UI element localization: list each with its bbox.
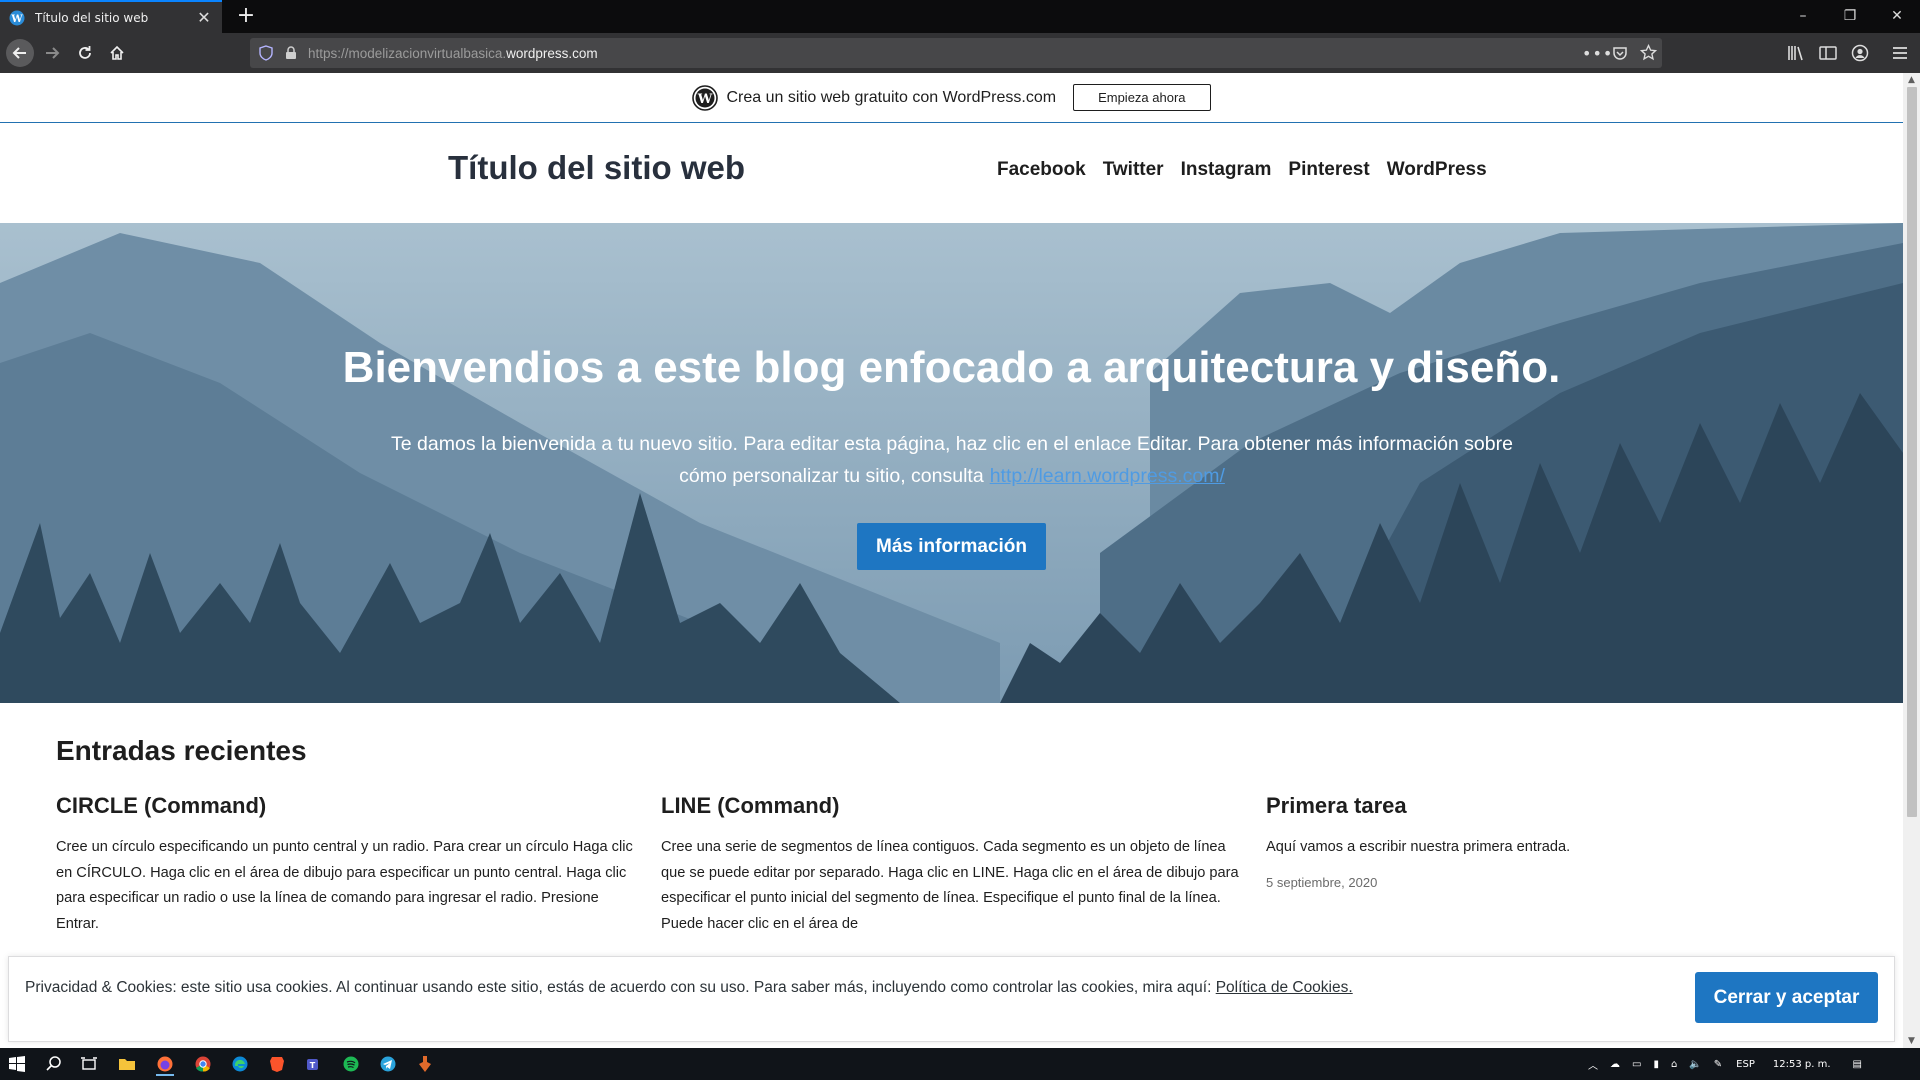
hero-cover: Bienvendios a este blog enfocado a arqui… — [0, 223, 1903, 703]
page-viewport: W Crea un sitio web gratuito con WordPre… — [0, 73, 1903, 1048]
cookie-banner: Privacidad & Cookies: este sitio usa coo… — [8, 956, 1895, 1042]
svg-text:W: W — [10, 14, 23, 25]
nav-link-pinterest[interactable]: Pinterest — [1288, 159, 1369, 181]
site-header: Título del sitio web Facebook Twitter In… — [0, 124, 1903, 224]
page-actions-icon[interactable]: ••• — [1582, 38, 1613, 68]
teams-icon[interactable]: T — [302, 1052, 326, 1076]
scroll-down-icon[interactable]: ▼ — [1906, 1036, 1917, 1046]
device-icon[interactable]: ▭ — [1632, 1059, 1641, 1070]
new-tab-button[interactable]: + — [232, 3, 260, 31]
home-icon — [110, 45, 124, 60]
svg-text:W: W — [697, 92, 713, 107]
system-tray: ︿ ☁ ▭ ▮ ⌂ 🔈 ✎ ESP 12:53 p. m. ▤ — [1588, 1048, 1862, 1080]
hero-title: Bienvendios a este blog enfocado a arqui… — [342, 343, 1561, 392]
browser-tab[interactable]: W Título del sitio web ✕ — [0, 0, 222, 33]
start-now-button[interactable]: Empieza ahora — [1073, 84, 1211, 111]
close-and-accept-button[interactable]: Cerrar y aceptar — [1695, 972, 1878, 1023]
browser-toolbar: https://modelizacionvirtualbasica.wordpr… — [0, 33, 1920, 73]
address-bar[interactable]: https://modelizacionvirtualbasica.wordpr… — [250, 38, 1662, 68]
promo-text: Crea un sitio web gratuito con WordPress… — [726, 88, 1057, 106]
window-close-button[interactable]: ✕ — [1874, 0, 1920, 33]
tracking-shield-icon[interactable] — [258, 45, 274, 61]
lock-icon[interactable] — [284, 46, 298, 60]
post-title[interactable]: CIRCLE (Command) — [56, 793, 636, 819]
post-item: CIRCLE (Command) Cree un círculo especif… — [56, 793, 636, 937]
restore-button[interactable]: ❐ — [1827, 0, 1873, 33]
cookie-text: Privacidad & Cookies: este sitio usa coo… — [25, 979, 1353, 996]
scrollbar-thumb[interactable] — [1907, 87, 1917, 817]
nav-link-wordpress[interactable]: WordPress — [1387, 159, 1487, 181]
wordpress-logo-icon: W — [692, 84, 719, 111]
tab-close-icon[interactable]: ✕ — [195, 8, 213, 27]
bookmark-star-icon[interactable] — [1640, 44, 1657, 61]
sidebar-icon[interactable] — [1818, 43, 1838, 63]
post-title[interactable]: LINE (Command) — [661, 793, 1241, 819]
chevron-up-icon[interactable]: ︿ — [1588, 1057, 1598, 1072]
tab-title: Título del sitio web — [35, 10, 149, 25]
notifications-icon[interactable]: ▤ — [1853, 1059, 1862, 1070]
browser-tab-strip: W Título del sitio web ✕ + – ❐ ✕ — [0, 0, 1920, 33]
brave-icon[interactable] — [265, 1052, 289, 1076]
minimize-button[interactable]: – — [1780, 0, 1826, 33]
firefox-icon[interactable] — [153, 1052, 177, 1076]
home-button[interactable] — [103, 39, 131, 67]
nav-link-instagram[interactable]: Instagram — [1181, 159, 1272, 181]
wordpress-favicon-icon: W — [9, 10, 25, 25]
svg-text:T: T — [310, 1061, 316, 1070]
pen-icon[interactable]: ✎ — [1714, 1059, 1722, 1070]
back-button[interactable] — [6, 39, 34, 67]
clock[interactable]: 12:53 p. m. — [1773, 1059, 1831, 1070]
post-title[interactable]: Primera tarea — [1266, 793, 1846, 819]
more-info-button[interactable]: Más información — [857, 523, 1046, 570]
active-app-indicator — [156, 1074, 174, 1076]
recent-posts-heading: Entradas recientes — [56, 735, 307, 766]
battery-icon[interactable]: ▮ — [1653, 1059, 1659, 1070]
windows-taskbar: T ︿ ☁ ▭ ▮ ⌂ 🔈 ✎ ESP 12:53 p. m. ▤ — [0, 1048, 1920, 1080]
social-nav: Facebook Twitter Instagram Pinterest Wor… — [997, 159, 1487, 181]
nav-link-twitter[interactable]: Twitter — [1103, 159, 1164, 181]
wordpress-promo-banner: W Crea un sitio web gratuito con WordPre… — [0, 73, 1903, 123]
cookie-policy-link[interactable]: Política de Cookies. — [1216, 979, 1353, 996]
file-explorer-icon[interactable] — [115, 1052, 139, 1076]
post-date[interactable]: 5 septiembre, 2020 — [1266, 875, 1846, 890]
volume-icon[interactable]: 🔈 — [1689, 1059, 1701, 1070]
back-arrow-icon — [12, 47, 26, 59]
post-excerpt: Cree una serie de segmentos de línea con… — [661, 839, 1239, 932]
pocket-icon[interactable] — [1612, 45, 1628, 61]
language-indicator[interactable]: ESP — [1736, 1059, 1755, 1070]
telegram-icon[interactable] — [376, 1052, 400, 1076]
post-excerpt: Cree un círculo especificando un punto c… — [56, 839, 633, 932]
library-icon[interactable] — [1786, 43, 1806, 63]
nav-link-facebook[interactable]: Facebook — [997, 159, 1086, 181]
post-item: LINE (Command) Cree una serie de segment… — [661, 793, 1241, 937]
account-icon[interactable] — [1850, 43, 1870, 63]
edge-icon[interactable] — [228, 1052, 252, 1076]
forward-button[interactable] — [38, 39, 66, 67]
onedrive-icon[interactable]: ☁ — [1610, 1059, 1620, 1070]
spotify-icon[interactable] — [339, 1052, 363, 1076]
post-item: Primera tarea Aquí vamos a escribir nues… — [1266, 793, 1846, 890]
hero-description: Te damos la bienvenida a tu nuevo sitio.… — [391, 433, 1513, 487]
network-icon[interactable]: ⌂ — [1671, 1059, 1677, 1070]
forward-arrow-icon — [46, 47, 60, 59]
url-text: https://modelizacionvirtualbasica.wordpr… — [308, 45, 598, 61]
search-icon[interactable] — [42, 1052, 66, 1076]
post-excerpt: Aquí vamos a escribir nuestra primera en… — [1266, 839, 1571, 855]
page-scrollbar[interactable]: ▲ ▼ — [1903, 73, 1920, 1048]
site-title[interactable]: Título del sitio web — [448, 149, 745, 187]
task-view-icon[interactable] — [77, 1052, 101, 1076]
pinned-app-icon[interactable] — [413, 1052, 437, 1076]
learn-wordpress-link[interactable]: http://learn.wordpress.com/ — [990, 465, 1225, 487]
windows-start-icon[interactable] — [5, 1052, 29, 1076]
menu-icon[interactable] — [1890, 43, 1910, 63]
reload-button[interactable] — [71, 39, 99, 67]
chrome-icon[interactable] — [191, 1052, 215, 1076]
scroll-up-icon[interactable]: ▲ — [1906, 75, 1917, 85]
reload-icon — [79, 46, 91, 59]
